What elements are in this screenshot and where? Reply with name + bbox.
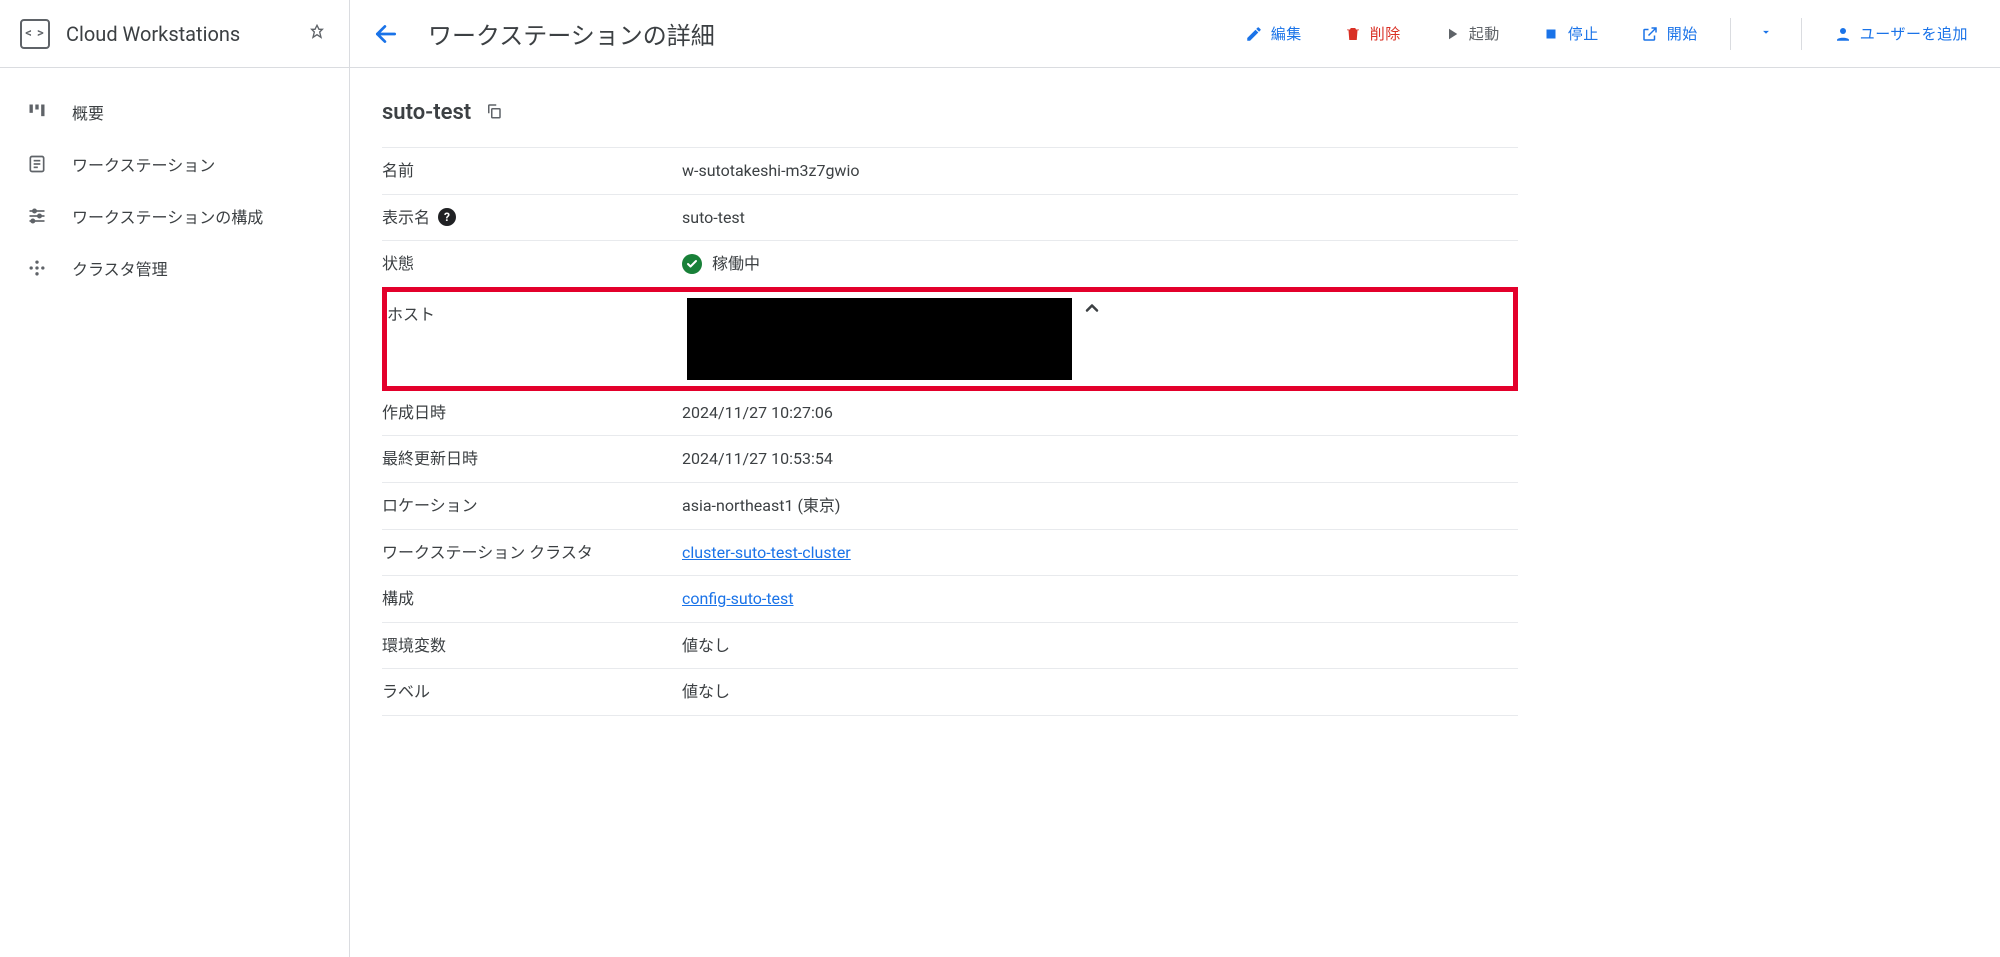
- sidebar-item-label: ワークステーション: [72, 152, 215, 176]
- stop-icon: [1542, 25, 1560, 43]
- label-host: ホスト: [387, 298, 687, 328]
- trash-icon: [1344, 25, 1362, 43]
- value-name: w-sutotakeshi-m3z7gwio: [682, 158, 1518, 184]
- cluster-icon: [26, 257, 48, 279]
- action-label: 停止: [1568, 23, 1599, 44]
- start-button[interactable]: 開始: [1627, 15, 1712, 52]
- label-env: 環境変数: [382, 633, 682, 659]
- action-label: 編集: [1271, 23, 1302, 44]
- topbar: ワークステーションの詳細 編集 削除 起動 停止 開始: [350, 0, 2000, 68]
- check-circle-icon: [682, 254, 702, 274]
- workstation-title: suto-test: [382, 100, 471, 125]
- add-user-button[interactable]: ユーザーを追加: [1820, 15, 1982, 52]
- cluster-link[interactable]: cluster-suto-test-cluster: [682, 540, 851, 566]
- main: ワークステーションの詳細 編集 削除 起動 停止 開始: [350, 0, 2000, 957]
- label-state: 状態: [382, 251, 682, 277]
- row-cluster: ワークステーション クラスタ cluster-suto-test-cluster: [382, 530, 1518, 577]
- value-host: [687, 298, 1513, 380]
- play-icon: [1443, 25, 1461, 43]
- label-cluster: ワークステーション クラスタ: [382, 540, 682, 566]
- caret-down-icon: [1759, 25, 1773, 39]
- product-icon: < >: [20, 19, 50, 49]
- divider: [1801, 18, 1802, 50]
- boot-button[interactable]: 起動: [1429, 15, 1514, 52]
- value-state: 稼働中: [682, 251, 1518, 277]
- row-env: 環境変数 値なし: [382, 623, 1518, 670]
- pencil-icon: [1245, 25, 1263, 43]
- redacted-host: [687, 298, 1072, 380]
- value-env: 値なし: [682, 633, 1518, 659]
- stop-button[interactable]: 停止: [1528, 15, 1613, 52]
- label-updated: 最終更新日時: [382, 446, 682, 472]
- config-link[interactable]: config-suto-test: [682, 586, 794, 612]
- label-labels: ラベル: [382, 679, 682, 705]
- row-host-highlight: ホスト: [382, 287, 1518, 391]
- sidebar-item-label: 概要: [72, 100, 104, 124]
- sliders-icon: [26, 205, 48, 227]
- pin-icon[interactable]: [309, 24, 325, 43]
- sidebar-item-label: ワークステーションの構成: [72, 204, 263, 228]
- row-created: 作成日時 2024/11/27 10:27:06: [382, 390, 1518, 437]
- label-display-name: 表示名 ?: [382, 205, 682, 231]
- row-name: 名前 w-sutotakeshi-m3z7gwio: [382, 147, 1518, 195]
- sidebar-item-workstations[interactable]: ワークステーション: [0, 138, 349, 190]
- sidebar-item-label: クラスタ管理: [72, 256, 168, 280]
- value-labels: 値なし: [682, 679, 1518, 705]
- value-updated: 2024/11/27 10:53:54: [682, 446, 1518, 472]
- copy-button[interactable]: [485, 102, 503, 123]
- value-display-name: suto-test: [682, 205, 1518, 231]
- overview-icon: [26, 101, 48, 123]
- row-labels: ラベル 値なし: [382, 669, 1518, 716]
- sidebar-item-overview[interactable]: 概要: [0, 86, 349, 138]
- page-title: ワークステーションの詳細: [418, 16, 715, 51]
- label-display-text: 表示名: [382, 205, 430, 231]
- sidebar-item-clusters[interactable]: クラスタ管理: [0, 242, 349, 294]
- label-name: 名前: [382, 158, 682, 184]
- row-location: ロケーション asia-northeast1 (東京): [382, 483, 1518, 530]
- workstation-icon: [26, 153, 48, 175]
- launch-icon: [1641, 25, 1659, 43]
- sidebar-item-configs[interactable]: ワークステーションの構成: [0, 190, 349, 242]
- row-updated: 最終更新日時 2024/11/27 10:53:54: [382, 436, 1518, 483]
- label-created: 作成日時: [382, 400, 682, 426]
- value-cluster: cluster-suto-test-cluster: [682, 540, 1518, 566]
- state-text: 稼働中: [712, 251, 760, 277]
- details-table: 名前 w-sutotakeshi-m3z7gwio 表示名 ? suto-tes…: [382, 147, 1518, 716]
- divider: [1730, 18, 1731, 50]
- action-label: 開始: [1667, 23, 1698, 44]
- edit-button[interactable]: 編集: [1231, 15, 1316, 52]
- person-icon: [1834, 25, 1852, 43]
- row-state: 状態 稼働中: [382, 241, 1518, 288]
- value-created: 2024/11/27 10:27:06: [682, 400, 1518, 426]
- delete-button[interactable]: 削除: [1330, 15, 1415, 52]
- value-config: config-suto-test: [682, 586, 1518, 612]
- chevron-up-icon: [1082, 298, 1102, 318]
- action-label: ユーザーを追加: [1860, 23, 1968, 44]
- product-title: Cloud Workstations: [66, 22, 293, 46]
- action-label: 起動: [1469, 23, 1500, 44]
- workstation-title-row: suto-test: [382, 100, 1518, 125]
- row-host: ホスト: [387, 298, 1513, 380]
- help-icon[interactable]: ?: [438, 208, 456, 226]
- label-location: ロケーション: [382, 493, 682, 519]
- row-display-name: 表示名 ? suto-test: [382, 195, 1518, 242]
- more-actions-button[interactable]: [1749, 17, 1783, 50]
- copy-icon: [485, 102, 503, 120]
- label-config: 構成: [382, 586, 682, 612]
- back-button[interactable]: [368, 16, 404, 52]
- row-config: 構成 config-suto-test: [382, 576, 1518, 623]
- value-location: asia-northeast1 (東京): [682, 493, 1518, 519]
- action-label: 削除: [1370, 23, 1401, 44]
- sidebar-nav: 概要 ワークステーション ワークステーションの構成 クラスタ管理: [0, 68, 349, 312]
- sidebar-header: < > Cloud Workstations: [0, 0, 349, 68]
- host-collapse-button[interactable]: [1082, 298, 1102, 321]
- content: suto-test 名前 w-sutotakeshi-m3z7gwio 表示名 …: [350, 68, 1550, 748]
- sidebar: < > Cloud Workstations 概要 ワークステーション: [0, 0, 350, 957]
